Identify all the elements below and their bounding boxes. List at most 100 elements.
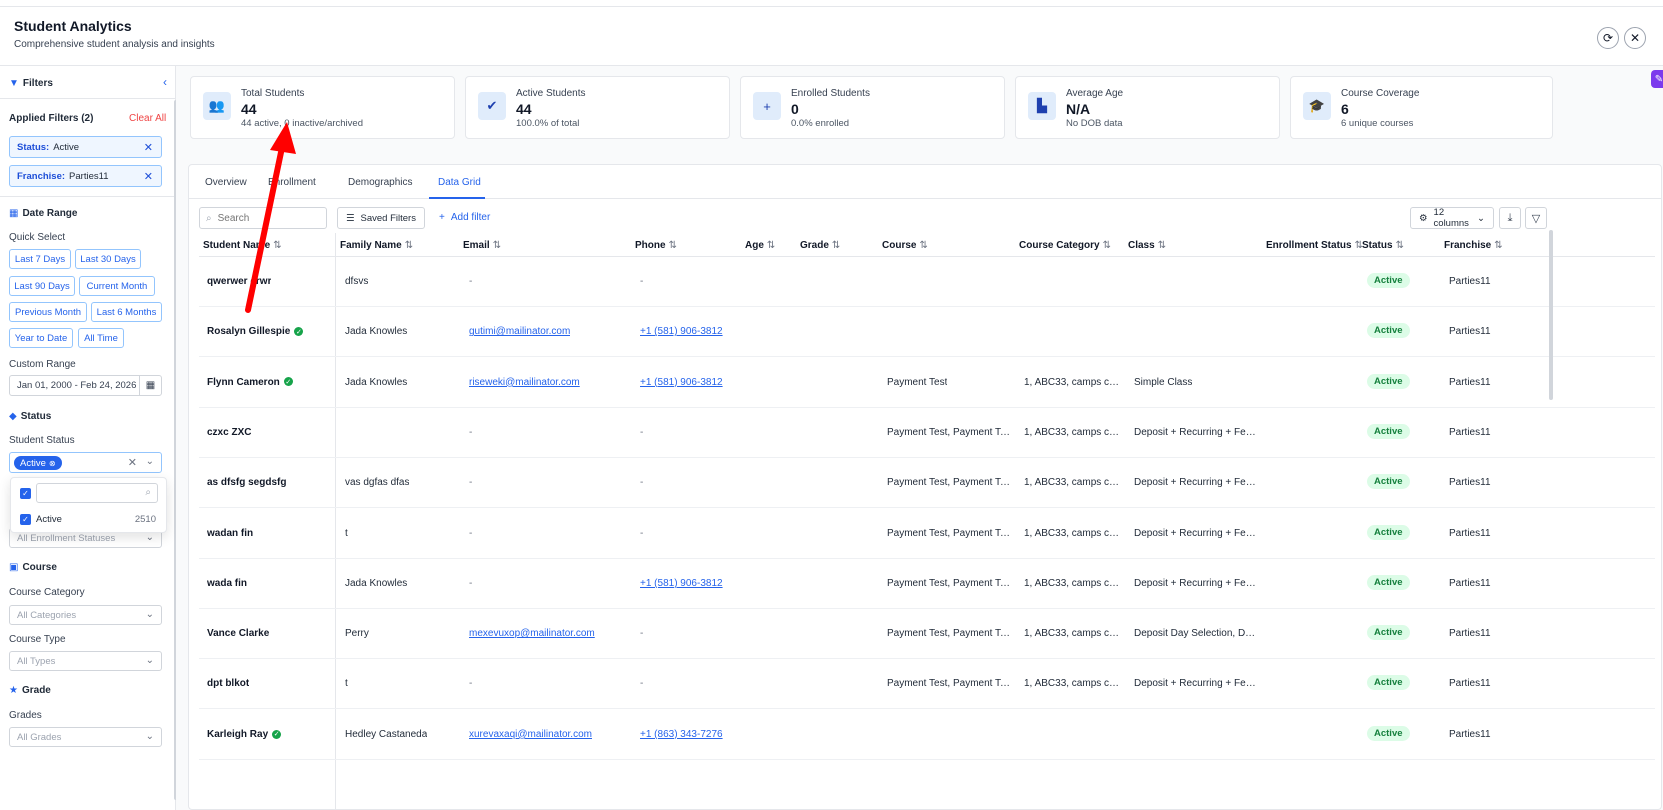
course-category-label: Course Category bbox=[9, 587, 85, 598]
grid-search[interactable]: ⌕ bbox=[199, 207, 327, 229]
download-button[interactable]: ⤓ bbox=[1499, 207, 1521, 229]
status-badge: Active bbox=[1367, 524, 1410, 540]
phone-cell[interactable]: +1 (581) 906-3812 bbox=[640, 578, 723, 589]
calendar-icon[interactable]: ▦ bbox=[139, 376, 161, 395]
column-header-family-name[interactable]: Family Name ⇅ bbox=[340, 240, 413, 251]
dropdown-search-input[interactable]: ⌕ bbox=[36, 483, 158, 503]
quick-previous-month[interactable]: Previous Month bbox=[9, 302, 87, 322]
email-cell: - bbox=[469, 678, 473, 690]
quick-last-7-days[interactable]: Last 7 Days bbox=[9, 249, 71, 269]
email-cell[interactable]: riseweki@mailinator.com bbox=[469, 377, 580, 388]
course-title: Course bbox=[22, 562, 57, 573]
add-filter-button[interactable]: + Add filter bbox=[439, 212, 490, 223]
column-header-age[interactable]: Age ⇅ bbox=[745, 240, 775, 251]
tab-demographics[interactable]: Demographics bbox=[348, 177, 412, 188]
quick-last-30-days[interactable]: Last 30 Days bbox=[75, 249, 141, 269]
table-row[interactable]: Rosalyn Gillespie ✓ Jada Knowles gutimi@mai… bbox=[199, 307, 1655, 358]
student-name-cell[interactable]: Flynn Cameron ✓ bbox=[207, 377, 293, 388]
student-name-cell[interactable]: qwerwer erwr bbox=[207, 276, 271, 287]
clear-all-link[interactable]: Clear All bbox=[129, 113, 166, 124]
course-type-select[interactable]: All Types ⌄ bbox=[9, 651, 162, 671]
student-name-cell[interactable]: as dfsfg segdsfg bbox=[207, 477, 286, 488]
edit-pen-button[interactable]: ✎ bbox=[1651, 70, 1663, 88]
student-name-cell[interactable]: wadan fin bbox=[207, 528, 253, 539]
quick-all-time[interactable]: All Time bbox=[78, 328, 124, 348]
table-row[interactable]: Flynn Cameron ✓ Jada Knowles riseweki@maili… bbox=[199, 358, 1655, 408]
column-header-course[interactable]: Course ⇅ bbox=[882, 240, 928, 251]
student-name-cell[interactable]: Rosalyn Gillespie ✓ bbox=[207, 326, 304, 337]
refresh-button[interactable]: ⟳ bbox=[1597, 27, 1619, 49]
collapse-sidebar-icon[interactable]: ‹ bbox=[163, 75, 167, 89]
student-name-cell[interactable]: czxc ZXC bbox=[207, 427, 251, 438]
email-cell[interactable]: mexevuxop@mailinator.com bbox=[469, 628, 595, 639]
saved-filters-button[interactable]: ☰ Saved Filters bbox=[337, 207, 425, 229]
student-name-cell[interactable]: Vance Clarke bbox=[207, 628, 269, 639]
option-checkbox[interactable]: ✓ bbox=[20, 514, 31, 525]
quick-last-6-months[interactable]: Last 6 Months bbox=[91, 302, 162, 322]
column-header-course-category[interactable]: Course Category ⇅ bbox=[1019, 240, 1111, 251]
custom-range-value: Jan 01, 2000 - Feb 24, 2026 bbox=[17, 380, 137, 391]
table-row[interactable]: as dfsfg segdsfg vas dgfas dfas - - Payment … bbox=[199, 458, 1655, 509]
filter-button[interactable]: ▽ bbox=[1525, 207, 1547, 229]
student-name-cell[interactable]: wada fin bbox=[207, 578, 247, 589]
remove-chip-icon[interactable]: ✕ bbox=[144, 141, 153, 154]
status-title: Status bbox=[20, 411, 52, 422]
table-row[interactable]: wadan fin t - - Payment Test, Payment Te... 1… bbox=[199, 509, 1655, 559]
table-row[interactable]: Karleigh Ray ✓ Hedley Castaneda xurevaxaqi@… bbox=[199, 710, 1655, 760]
column-header-franchise[interactable]: Franchise ⇅ bbox=[1444, 240, 1503, 251]
course-category-cell: 1, ABC33, camps cat... bbox=[1024, 628, 1124, 640]
table-row[interactable]: dpt blkot t - - Payment Test, Payment Te... 1… bbox=[199, 659, 1655, 710]
email-cell: - bbox=[469, 577, 473, 589]
custom-range-input[interactable]: Jan 01, 2000 - Feb 24, 2026 ▦ bbox=[9, 375, 162, 396]
table-row[interactable]: czxc ZXC - - Payment Test, Payment Te... 1, … bbox=[199, 408, 1655, 458]
grade-title: Grade bbox=[21, 685, 51, 696]
class-cell: Deposit Day Selection, De... bbox=[1134, 628, 1259, 640]
student-name: as dfsfg segdsfg bbox=[207, 477, 287, 489]
phone-cell[interactable]: +1 (863) 343-7276 bbox=[640, 729, 723, 740]
student-name: czxc ZXC bbox=[207, 426, 252, 438]
filters-header: ▼ Filters bbox=[9, 78, 53, 89]
filter-icon: ▽ bbox=[1531, 212, 1541, 225]
remove-tag-icon[interactable]: ⊗ bbox=[49, 459, 56, 468]
student-name-cell[interactable]: dpt blkot bbox=[207, 678, 249, 689]
columns-button[interactable]: ⚙ 12 columns ⌄ bbox=[1410, 207, 1494, 229]
clear-select-icon[interactable]: ✕ bbox=[128, 456, 137, 469]
course-category-select[interactable]: All Categories ⌄ bbox=[9, 605, 162, 625]
column-header-grade[interactable]: Grade ⇅ bbox=[800, 240, 840, 251]
email-cell[interactable]: xurevaxaqi@mailinator.com bbox=[469, 729, 592, 740]
grid-scrollbar[interactable] bbox=[1549, 230, 1553, 400]
franchise-cell: Parties11 bbox=[1449, 527, 1491, 539]
quick-current-month[interactable]: Current Month bbox=[79, 276, 155, 296]
column-header-email[interactable]: Email ⇅ bbox=[463, 240, 501, 251]
search-input[interactable] bbox=[217, 212, 313, 224]
filter-chip-status: Status: Active ✕ bbox=[9, 136, 162, 158]
column-header-phone[interactable]: Phone ⇅ bbox=[635, 240, 677, 251]
phone-cell[interactable]: +1 (581) 906-3812 bbox=[640, 326, 723, 337]
quick-year-to-date[interactable]: Year to Date bbox=[9, 328, 73, 348]
table-row[interactable]: qwerwer erwr dfsvs - - Active Parties11 bbox=[199, 257, 1655, 307]
chevron-down-icon[interactable]: ⌄ bbox=[146, 456, 154, 467]
phone-cell[interactable]: +1 (581) 906-3812 bbox=[640, 377, 723, 388]
option-label[interactable]: Active bbox=[36, 514, 62, 525]
selected-status-tag[interactable]: Active ⊗ bbox=[14, 456, 62, 470]
table-row[interactable]: wada fin Jada Knowles - +1 (581) 906-3812 Pa… bbox=[199, 559, 1655, 609]
remove-chip-icon[interactable]: ✕ bbox=[144, 170, 153, 183]
close-button[interactable]: ✕ bbox=[1624, 27, 1646, 49]
status-badge: Active bbox=[1367, 323, 1410, 339]
tab-enrollment[interactable]: Enrollment bbox=[268, 177, 316, 188]
tab-data-grid[interactable]: Data Grid bbox=[438, 177, 481, 188]
grades-select[interactable]: All Grades ⌄ bbox=[9, 727, 162, 747]
class-cell: Deposit + Recurring + Fee ... bbox=[1134, 577, 1259, 589]
tab-overview[interactable]: Overview bbox=[205, 177, 247, 188]
course-cell: Payment Test, Payment Te... bbox=[887, 426, 1012, 438]
student-status-select[interactable]: Active ⊗ ✕ ⌄ bbox=[9, 452, 162, 473]
select-all-checkbox[interactable]: ✓ bbox=[20, 488, 31, 499]
column-header-enrollment-status[interactable]: Enrollment Status ⇅ bbox=[1266, 240, 1363, 251]
column-header-student-name[interactable]: Student Name ⇅ bbox=[203, 240, 282, 251]
student-name-cell[interactable]: Karleigh Ray ✓ bbox=[207, 729, 282, 740]
table-row[interactable]: Vance Clarke Perry mexevuxop@mailinator.co… bbox=[199, 609, 1655, 660]
column-header-class[interactable]: Class ⇅ bbox=[1128, 240, 1166, 251]
quick-last-90-days[interactable]: Last 90 Days bbox=[9, 276, 75, 296]
email-cell[interactable]: gutimi@mailinator.com bbox=[469, 326, 570, 337]
column-header-status[interactable]: Status ⇅ bbox=[1362, 240, 1404, 251]
